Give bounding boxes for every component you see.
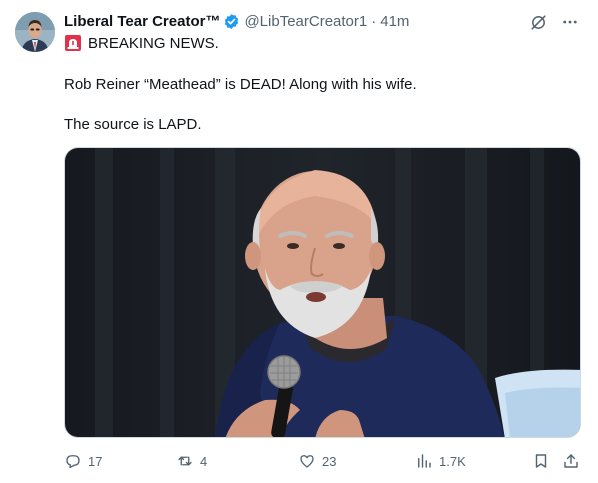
heart-icon: [300, 455, 314, 468]
tweet-media-photo[interactable]: [64, 147, 581, 438]
views-icon: [418, 454, 431, 468]
separator-dot: ·: [371, 12, 377, 30]
verified-badge-icon: [223, 13, 240, 30]
reply-button[interactable]: 17: [64, 450, 102, 472]
tweet-header: Liberal Tear Creator™ @LibTearCreator1 ·…: [64, 11, 409, 31]
views-count: 1.7K: [439, 453, 466, 469]
repost-count: 4: [200, 453, 208, 469]
reply-count: 17: [88, 453, 103, 469]
repost-button[interactable]: 4: [176, 450, 207, 472]
author-handle[interactable]: @LibTearCreator1: [244, 13, 367, 30]
avatar[interactable]: [15, 12, 55, 52]
tweet-action-bar: 17 4 23 1.7K: [64, 450, 584, 472]
siren-emoji-icon: [64, 34, 82, 52]
bookmark-button[interactable]: [532, 450, 550, 472]
tweet-text-line-1: BREAKING NEWS.: [64, 34, 219, 52]
tweet-text-line-3: The source is LAPD.: [64, 116, 202, 133]
tweet-timestamp[interactable]: 41m: [380, 13, 409, 30]
tweet-text-line-2: Rob Reiner “Meathead” is DEAD! Along wit…: [64, 76, 417, 93]
grok-icon[interactable]: [528, 12, 548, 32]
more-icon[interactable]: [560, 12, 580, 32]
like-button[interactable]: 23: [298, 450, 336, 472]
author-name[interactable]: Liberal Tear Creator™: [64, 13, 220, 30]
share-button[interactable]: [562, 450, 580, 472]
bookmark-icon: [535, 454, 547, 468]
share-icon: [564, 454, 578, 468]
tweet-text-breaking: BREAKING NEWS.: [88, 34, 219, 52]
tweet-top-actions: [528, 12, 580, 32]
repost-icon: [178, 456, 192, 466]
views-button[interactable]: 1.7K: [415, 450, 466, 472]
like-count: 23: [322, 453, 337, 469]
reply-icon: [66, 455, 80, 469]
